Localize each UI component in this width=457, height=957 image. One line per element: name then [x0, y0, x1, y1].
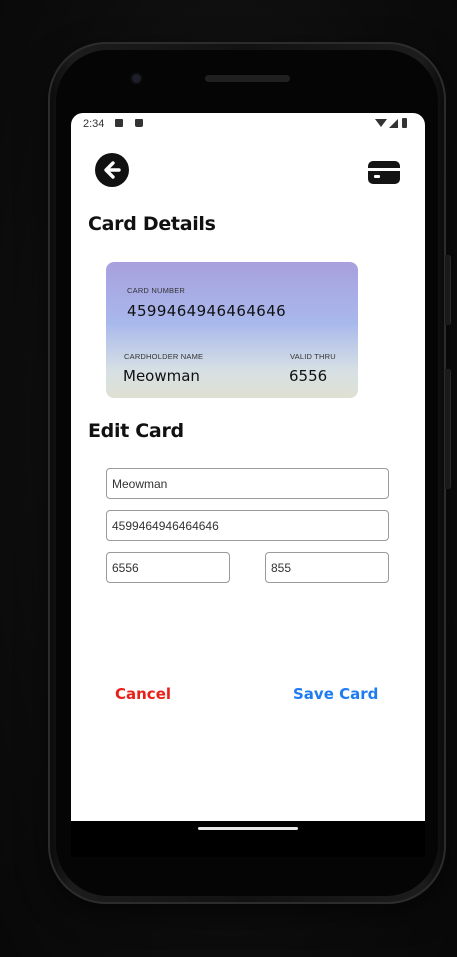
home-gesture-handle[interactable]	[198, 827, 298, 830]
app-screen: 2:34 Card Details CARD NUMBER 4599464946…	[71, 113, 425, 821]
status-bar: 2:34	[71, 113, 425, 135]
card-number-label: CARD NUMBER	[127, 286, 186, 295]
cardholder-label: CARDHOLDER NAME	[124, 352, 204, 361]
back-button[interactable]	[95, 153, 129, 187]
background: 2:34 Card Details CARD NUMBER 4599464946…	[0, 0, 457, 957]
edit-card-title: Edit Card	[88, 420, 184, 442]
arrow-left-circle-icon	[104, 161, 121, 179]
notification-icon	[115, 119, 123, 127]
save-card-button[interactable]: Save Card	[293, 685, 378, 703]
card-details-title: Card Details	[88, 213, 216, 235]
credit-card-icon[interactable]	[368, 161, 400, 184]
status-time: 2:34	[83, 118, 105, 130]
cardholder-name: Meowman	[123, 367, 200, 385]
valid-thru-input[interactable]	[106, 552, 230, 583]
signal-icon	[389, 119, 398, 128]
status-indicators	[375, 118, 413, 128]
cardholder-name-input[interactable]	[106, 468, 389, 499]
valid-thru-value: 6556	[289, 367, 328, 385]
credit-card-preview: CARD NUMBER 4599464946464646 CARDHOLDER …	[106, 262, 358, 398]
cvv-input[interactable]	[265, 552, 389, 583]
volume-button	[445, 369, 450, 489]
power-button	[445, 255, 450, 325]
card-icon-detail	[374, 175, 380, 178]
front-camera	[132, 74, 141, 83]
earpiece-speaker	[205, 75, 290, 82]
navigation-bar	[71, 821, 425, 857]
valid-thru-label: VALID THRU	[290, 352, 336, 361]
card-number: 4599464946464646	[127, 302, 287, 320]
battery-icon	[402, 118, 407, 128]
sd-card-icon	[135, 119, 143, 127]
card-number-input[interactable]	[106, 510, 389, 541]
cancel-button[interactable]: Cancel	[115, 685, 171, 703]
wifi-icon	[375, 119, 387, 127]
